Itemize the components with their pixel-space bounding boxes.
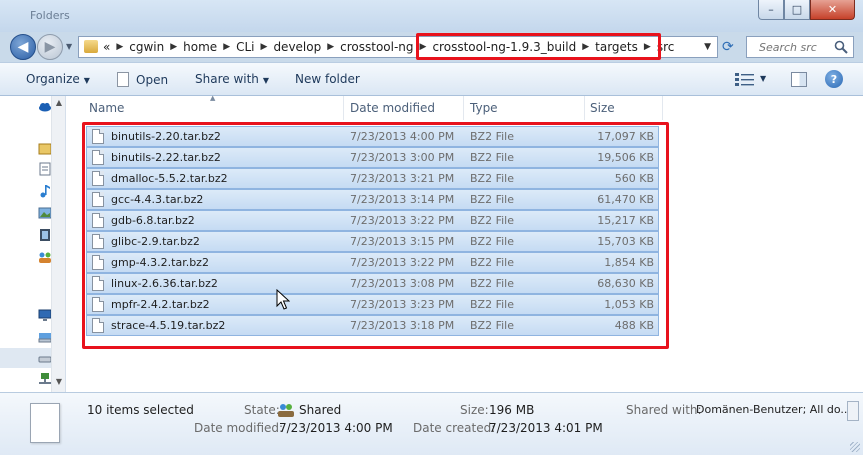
state-label: State: [244, 403, 280, 417]
network-icon[interactable] [38, 372, 52, 386]
window-title: Folders [30, 9, 70, 22]
computer-icon[interactable] [38, 308, 52, 322]
search-input[interactable] [747, 37, 833, 57]
breadcrumb-item-home[interactable]: home [183, 40, 217, 54]
date-modified-value: 7/23/2013 4:00 PM [279, 421, 393, 435]
forward-arrow-icon: ▶ [44, 39, 56, 55]
scroll-down-icon[interactable]: ▼ [56, 377, 62, 386]
column-size[interactable]: Size [590, 101, 615, 115]
column-divider[interactable] [584, 96, 585, 120]
breadcrumb-separator-icon[interactable]: ▶ [327, 42, 334, 52]
navigation-pane: ▲ ▼ [0, 96, 66, 392]
search-box[interactable] [746, 36, 854, 58]
shared-with-label: Shared with: [626, 403, 702, 417]
recent-pages-dropdown-icon[interactable]: ▼ [66, 42, 72, 51]
breadcrumb-item-cli[interactable]: CLi [236, 40, 254, 54]
breadcrumb-separator-icon[interactable]: ▶ [223, 42, 230, 52]
chevron-down-icon: ▼ [83, 76, 90, 85]
organize-label: Organize [26, 72, 80, 86]
videos-library-icon[interactable] [38, 228, 52, 242]
pictures-library-icon[interactable] [38, 206, 52, 220]
details-scrollbar[interactable] [847, 401, 859, 421]
documents-library-icon[interactable] [38, 162, 52, 176]
column-type[interactable]: Type [470, 101, 498, 115]
back-button[interactable]: ◀ [10, 34, 36, 60]
title-bar: Folders – □ ✕ [0, 0, 863, 32]
command-bar: Organize ▼ Open Share with ▼ New folder ▼ … [0, 62, 863, 96]
maximize-button[interactable]: □ [784, 0, 810, 20]
column-header: ▲ Name Date modified Type Size [66, 94, 863, 120]
organize-button[interactable]: Organize ▼ [26, 72, 90, 86]
homegroup-icon[interactable] [38, 250, 52, 264]
new-folder-button[interactable]: New folder [295, 72, 360, 86]
document-icon [117, 72, 129, 87]
breadcrumb-separator-icon[interactable]: ▶ [116, 42, 123, 52]
drive-icon[interactable] [38, 352, 52, 366]
date-created-label: Date created: [413, 421, 496, 435]
skydrive-cloud-icon[interactable] [38, 100, 52, 114]
view-options-icon[interactable] [735, 72, 755, 86]
mouse-cursor-icon [276, 289, 290, 310]
breadcrumb-overflow[interactable]: « [103, 40, 110, 54]
shared-users-icon [278, 404, 294, 417]
minimize-button[interactable]: – [758, 0, 784, 20]
music-library-icon[interactable] [38, 184, 52, 198]
back-arrow-icon: ◀ [17, 39, 29, 55]
share-with-button[interactable]: Share with ▼ [195, 72, 269, 86]
column-divider[interactable] [343, 96, 344, 120]
local-disk-icon[interactable] [38, 330, 52, 344]
scroll-up-icon[interactable]: ▲ [56, 98, 62, 107]
share-with-label: Share with [195, 72, 259, 86]
sort-ascending-icon: ▲ [210, 94, 216, 102]
breadcrumb-item-cgwin[interactable]: cgwin [129, 40, 164, 54]
column-name[interactable]: Name [89, 101, 124, 115]
folder-icon [84, 40, 98, 53]
column-divider[interactable] [662, 96, 663, 120]
shared-with-value: Domänen-Benutzer; All do... [696, 403, 851, 416]
breadcrumb-item-develop[interactable]: develop [273, 40, 321, 54]
close-button[interactable]: ✕ [810, 0, 855, 20]
search-icon[interactable] [833, 39, 849, 55]
date-modified-label: Date modified: [194, 421, 284, 435]
date-created-value: 7/23/2013 4:01 PM [489, 421, 603, 435]
column-date-modified[interactable]: Date modified [350, 101, 435, 115]
breadcrumb-separator-icon[interactable]: ▶ [170, 42, 177, 52]
preview-pane-icon[interactable] [791, 72, 807, 87]
help-icon[interactable]: ? [825, 70, 843, 88]
breadcrumb-separator-icon[interactable]: ▶ [261, 42, 268, 52]
resize-grip[interactable] [850, 442, 860, 452]
address-highlight-annotation [416, 33, 661, 60]
state-value: Shared [299, 403, 342, 417]
selection-count: 10 items selected [87, 403, 194, 417]
details-pane: 10 items selected State: Shared Size: 19… [0, 392, 863, 455]
column-divider[interactable] [463, 96, 464, 120]
open-button[interactable]: Open [117, 72, 168, 87]
document-icon [30, 403, 60, 443]
size-label: Size: [460, 403, 489, 417]
files-highlight-annotation [82, 122, 669, 349]
libraries-icon[interactable] [38, 142, 52, 156]
forward-button[interactable]: ▶ [37, 34, 63, 60]
size-value: 196 MB [489, 403, 535, 417]
breadcrumb-item-crosstool-ng[interactable]: crosstool-ng [340, 40, 413, 54]
chevron-down-icon: ▼ [262, 76, 270, 85]
address-dropdown-icon[interactable]: ▼ [704, 42, 711, 52]
view-dropdown-icon[interactable]: ▼ [760, 74, 766, 83]
open-label: Open [136, 72, 169, 87]
navigation-pane-scrollbar[interactable]: ▲ ▼ [51, 96, 65, 392]
refresh-icon[interactable]: ⟳ [722, 39, 734, 55]
